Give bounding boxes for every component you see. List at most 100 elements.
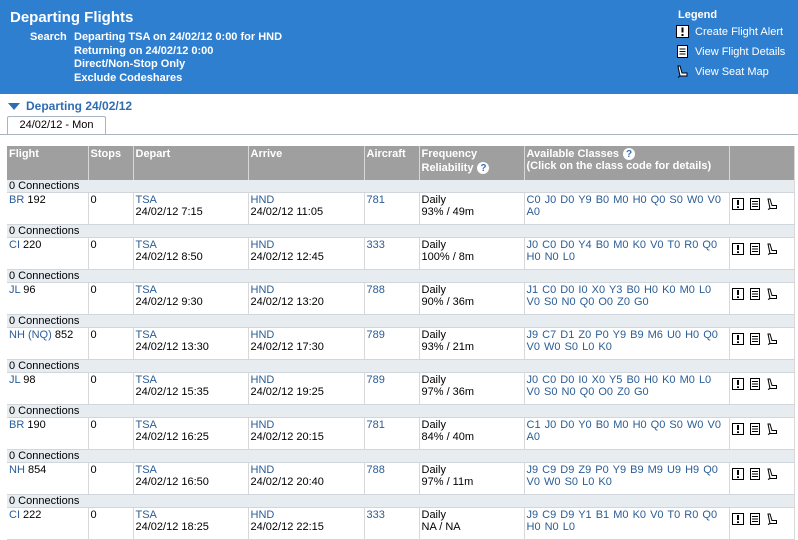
- alert-icon[interactable]: [731, 423, 744, 435]
- depart-airport-link[interactable]: TSA: [136, 374, 246, 386]
- flight-number: 98: [20, 374, 36, 386]
- col-aircraft: Aircraft: [364, 146, 420, 180]
- class-codes-link[interactable]: J1 C0 D0 I0 X0 Y3 B0 H0 K0 M0 L0 V0 S0 N…: [527, 284, 712, 308]
- arrive-airport-link[interactable]: HND: [251, 509, 362, 521]
- arrive-airport-link[interactable]: HND: [251, 194, 362, 206]
- aircraft-link[interactable]: 789: [367, 374, 385, 386]
- frequency-cell: Daily 84% / 40m: [419, 417, 525, 450]
- details-icon: [676, 45, 689, 58]
- class-codes-link[interactable]: J0 C0 D0 Y4 B0 M0 K0 V0 T0 R0 Q0 H0 N0 L…: [527, 239, 718, 263]
- depart-time: 24/02/12 9:30: [135, 296, 203, 308]
- seat-icon[interactable]: [766, 423, 778, 435]
- arrive-airport-link[interactable]: HND: [251, 374, 362, 386]
- depart-time: 24/02/12 16:25: [135, 431, 209, 443]
- class-codes-link[interactable]: J0 C0 D0 I0 X0 Y5 B0 H0 K0 M0 L0 V0 S0 N…: [527, 374, 712, 398]
- frequency-value: Daily: [421, 284, 446, 296]
- airline-link[interactable]: BR: [9, 419, 24, 431]
- reliability-value: 90% / 36m: [421, 296, 475, 308]
- arrive-airport-link[interactable]: HND: [251, 284, 362, 296]
- airline-link[interactable]: CI: [9, 509, 20, 521]
- details-icon[interactable]: [749, 198, 761, 210]
- alert-icon[interactable]: [731, 288, 744, 300]
- depart-airport-link[interactable]: TSA: [136, 464, 246, 476]
- frequency-value: Daily: [421, 509, 446, 521]
- class-codes-link[interactable]: C0 J0 D0 Y9 B0 M0 H0 Q0 S0 W0 V0 A0: [527, 194, 721, 218]
- seat-icon[interactable]: [766, 333, 778, 345]
- depart-airport-link[interactable]: TSA: [136, 284, 246, 296]
- arrive-airport-link[interactable]: HND: [251, 419, 362, 431]
- depart-cell: TSA 24/02/12 8:50: [133, 237, 249, 270]
- aircraft-link[interactable]: 333: [367, 239, 385, 251]
- frequency-cell: Daily 90% / 36m: [419, 282, 525, 315]
- depart-airport-link[interactable]: TSA: [136, 194, 246, 206]
- alert-icon[interactable]: [731, 378, 744, 390]
- depart-airport-link[interactable]: TSA: [136, 419, 246, 431]
- class-codes-link[interactable]: J9 C9 D9 Z9 P0 Y9 B9 M9 U9 H9 Q0 V0 W0 S…: [527, 464, 718, 488]
- seat-icon: [676, 65, 689, 78]
- arrive-cell: HND 24/02/12 13:20: [248, 282, 365, 315]
- help-icon[interactable]: ?: [477, 162, 490, 175]
- details-icon[interactable]: [749, 333, 761, 345]
- connections-label: 0 Connections: [7, 359, 795, 373]
- depart-airport-link[interactable]: TSA: [136, 509, 246, 521]
- section-toggle[interactable]: Departing 24/02/12: [8, 99, 132, 113]
- col-actions: [729, 146, 795, 180]
- airline-link[interactable]: NH (NQ): [9, 329, 52, 341]
- alert-icon[interactable]: [731, 243, 744, 255]
- alert-icon[interactable]: [731, 468, 744, 480]
- seat-icon[interactable]: [766, 468, 778, 480]
- seat-icon[interactable]: [766, 513, 778, 525]
- connections-label: 0 Connections: [7, 404, 795, 418]
- reliability-value: 84% / 40m: [421, 431, 475, 443]
- airline-link[interactable]: NH: [9, 464, 25, 476]
- aircraft-link[interactable]: 781: [367, 194, 385, 206]
- class-codes-link[interactable]: J9 C7 D1 Z0 P0 Y9 B9 M6 U0 H0 Q0 V0 W0 S…: [527, 329, 718, 353]
- flight-cell: BR 192: [7, 192, 89, 225]
- classes-cell: J1 C0 D0 I0 X0 Y3 B0 H0 K0 M0 L0 V0 S0 N…: [524, 282, 730, 315]
- classes-cell: C1 J0 D0 Y0 B0 M0 H0 Q0 S0 W0 V0 A0: [524, 417, 730, 450]
- class-codes-link[interactable]: J9 C9 D9 Y1 B1 M0 K0 V0 T0 R0 Q0 H0 N0 L…: [527, 509, 718, 533]
- aircraft-link[interactable]: 333: [367, 509, 385, 521]
- alert-icon[interactable]: [731, 198, 744, 210]
- col-reliability-label: Reliability: [421, 162, 474, 174]
- depart-cell: TSA 24/02/12 18:25: [133, 507, 249, 540]
- connections-row: 0 Connections: [7, 180, 795, 193]
- depart-airport-link[interactable]: TSA: [136, 329, 246, 341]
- arrive-airport-link[interactable]: HND: [251, 239, 362, 251]
- alert-icon[interactable]: [731, 513, 744, 525]
- details-icon[interactable]: [749, 378, 761, 390]
- stops-cell: 0: [88, 462, 134, 495]
- details-icon[interactable]: [749, 423, 761, 435]
- details-icon[interactable]: [749, 243, 761, 255]
- aircraft-link[interactable]: 788: [367, 464, 385, 476]
- seat-icon[interactable]: [766, 243, 778, 255]
- search-line: Exclude Codeshares: [74, 71, 183, 84]
- airline-link[interactable]: CI: [9, 239, 20, 251]
- seat-icon[interactable]: [766, 288, 778, 300]
- table-row: CI 220 0 TSA 24/02/12 8:50 HND 24/02/12 12:45…: [7, 237, 795, 270]
- flight-number: 96: [20, 284, 36, 296]
- connections-label: 0 Connections: [7, 269, 795, 283]
- aircraft-link[interactable]: 788: [367, 284, 385, 296]
- airline-link[interactable]: JL: [9, 374, 20, 386]
- arrive-airport-link[interactable]: HND: [251, 464, 362, 476]
- help-icon[interactable]: ?: [623, 148, 636, 161]
- class-codes-link[interactable]: C1 J0 D0 Y0 B0 M0 H0 Q0 S0 W0 V0 A0: [527, 419, 721, 443]
- details-icon[interactable]: [749, 468, 761, 480]
- flight-cell: NH (NQ) 852: [7, 327, 89, 360]
- seat-icon[interactable]: [766, 198, 778, 210]
- tab-date[interactable]: 24/02/12 - Mon: [7, 116, 106, 134]
- aircraft-link[interactable]: 789: [367, 329, 385, 341]
- alert-icon[interactable]: [731, 333, 744, 345]
- details-icon[interactable]: [749, 288, 761, 300]
- details-icon[interactable]: [749, 513, 761, 525]
- airline-link[interactable]: BR: [9, 194, 24, 206]
- seat-icon[interactable]: [766, 378, 778, 390]
- collapse-triangle-icon: [8, 102, 20, 110]
- aircraft-cell: 789: [364, 372, 420, 405]
- depart-airport-link[interactable]: TSA: [136, 239, 246, 251]
- arrive-airport-link[interactable]: HND: [251, 329, 362, 341]
- actions-cell: [729, 507, 795, 540]
- airline-link[interactable]: JL: [9, 284, 20, 296]
- aircraft-link[interactable]: 781: [367, 419, 385, 431]
